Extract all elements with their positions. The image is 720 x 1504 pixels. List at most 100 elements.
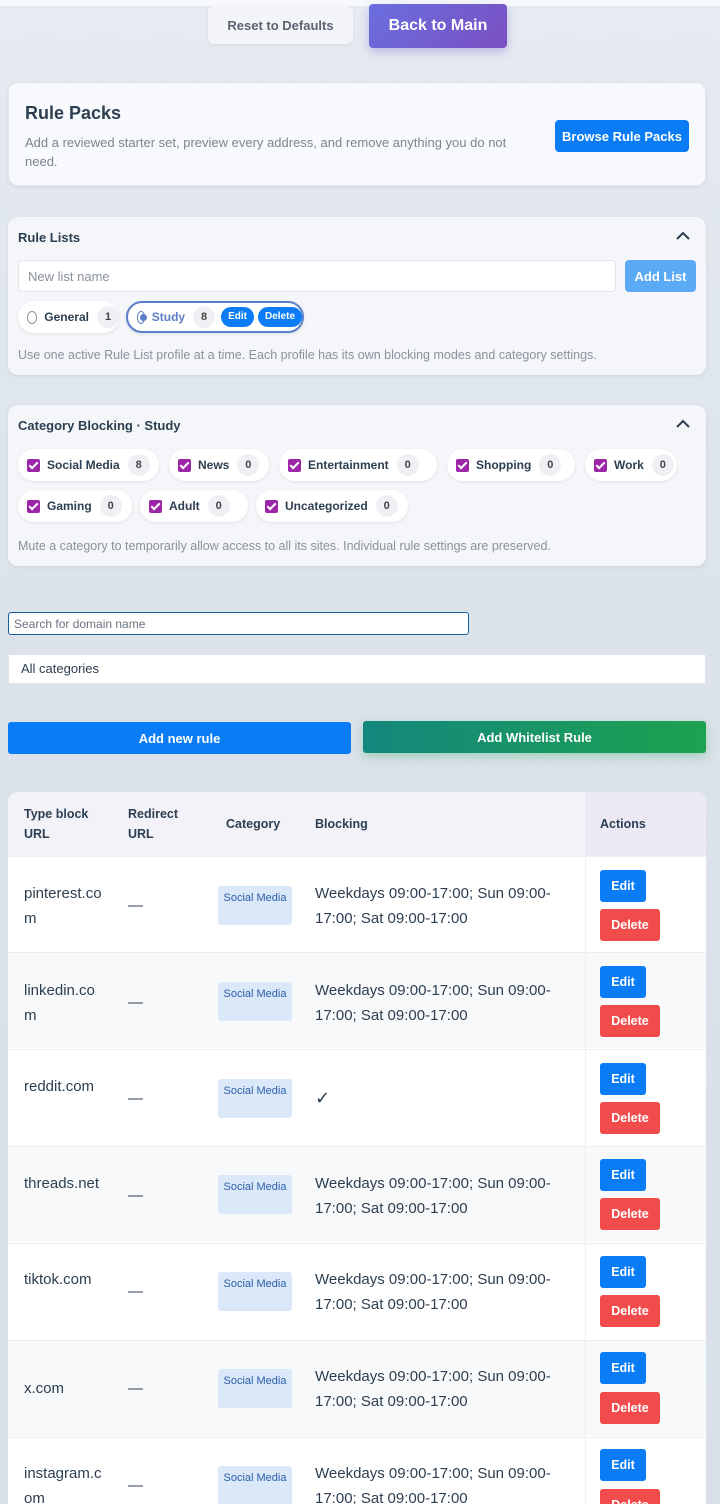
delete-rule-button[interactable]: Delete	[600, 1295, 660, 1327]
category-name: Adult	[169, 499, 200, 513]
category-chip-shopping[interactable]: Shopping 0	[447, 449, 575, 481]
browse-rule-packs-button[interactable]: Browse Rule Packs	[555, 120, 689, 152]
category-blocking-card: Category Blocking · Study Social Media 8…	[8, 405, 706, 566]
delete-rule-button[interactable]: Delete	[600, 1005, 660, 1037]
table-row: pinterest.com — Social Media Weekdays 09…	[8, 856, 706, 953]
category-badge: Social Media	[218, 1079, 292, 1118]
table-row: linkedin.com — Social Media Weekdays 09:…	[8, 952, 706, 1049]
back-to-main-button[interactable]: Back to Main	[369, 4, 507, 48]
rule-blocking: Weekdays 09:00-17:00; Sun 09:00-17:00; S…	[315, 885, 551, 927]
delete-rule-button[interactable]: Delete	[600, 1102, 660, 1134]
rule-redirect: —	[128, 1477, 143, 1494]
category-name: Shopping	[476, 458, 532, 472]
category-chip-work[interactable]: Work 0	[585, 449, 677, 481]
category-chip-adult[interactable]: Adult 0	[140, 490, 248, 522]
checkbox-checked-icon[interactable]	[178, 458, 191, 472]
delete-rule-button[interactable]: Delete	[600, 1392, 660, 1424]
category-count: 8	[127, 454, 150, 476]
edit-rule-button[interactable]: Edit	[600, 1063, 646, 1095]
category-chip-uncategorized[interactable]: Uncategorized 0	[256, 490, 408, 522]
edit-rule-button[interactable]: Edit	[600, 1449, 646, 1481]
rule-packs-card: Rule Packs Add a reviewed starter set, p…	[8, 82, 706, 186]
category-badge: Social Media	[218, 1466, 292, 1504]
category-chip-social-media[interactable]: Social Media 8	[18, 449, 159, 481]
delete-rule-button[interactable]: Delete	[600, 909, 660, 941]
category-name: Entertainment	[308, 458, 389, 472]
rule-redirect: —	[128, 1283, 143, 1300]
add-list-button[interactable]: Add List	[625, 260, 696, 292]
category-chip-news[interactable]: News 0	[169, 449, 269, 481]
rule-blocking: Weekdays 09:00-17:00; Sun 09:00-17:00; S…	[315, 1465, 551, 1504]
chevron-up-icon[interactable]	[674, 227, 692, 245]
profile-name: Study	[151, 310, 186, 324]
category-name: Gaming	[47, 499, 92, 513]
category-name: Work	[614, 458, 644, 472]
checkbox-checked-icon[interactable]	[27, 499, 40, 513]
delete-profile-button[interactable]: Delete	[257, 307, 302, 327]
new-list-name-input[interactable]	[18, 260, 616, 292]
profile-general[interactable]: General 1	[18, 301, 119, 333]
header-actions: Actions	[585, 792, 706, 856]
profile-count: 8	[193, 306, 216, 328]
rules-table: Type block URL Redirect URL Category Blo…	[8, 792, 706, 1504]
category-count: 0	[99, 495, 122, 517]
table-row: x.com — Social Media Weekdays 09:00-17:0…	[8, 1340, 706, 1437]
checkbox-checked-icon[interactable]	[594, 458, 607, 472]
domain-search-input[interactable]	[8, 612, 469, 635]
category-count: 0	[207, 495, 230, 517]
delete-rule-button[interactable]: Delete	[600, 1198, 660, 1230]
rule-redirect: —	[128, 1090, 143, 1107]
radio-selected-icon[interactable]	[137, 310, 147, 324]
add-new-rule-button[interactable]: Add new rule	[8, 722, 351, 754]
edit-rule-button[interactable]: Edit	[600, 1352, 646, 1384]
header-category: Category	[226, 817, 281, 831]
category-filter-select[interactable]: All categories	[8, 654, 706, 684]
category-name: News	[198, 458, 230, 472]
edit-rule-button[interactable]: Edit	[600, 1256, 646, 1288]
category-count: 0	[539, 454, 562, 476]
checkbox-checked-icon[interactable]	[265, 499, 278, 513]
rule-blocking: Weekdays 09:00-17:00; Sun 09:00-17:00; S…	[315, 1175, 551, 1217]
rule-lists-hint: Use one active Rule List profile at a ti…	[18, 348, 597, 362]
edit-profile-button[interactable]: Edit	[221, 307, 254, 327]
rule-blocking: Weekdays 09:00-17:00; Sun 09:00-17:00; S…	[315, 1368, 551, 1410]
radio-icon[interactable]	[27, 310, 38, 324]
rule-url: linkedin.com	[24, 982, 95, 1024]
table-header: Type block URL Redirect URL Category Blo…	[8, 792, 706, 856]
edit-rule-button[interactable]: Edit	[600, 966, 646, 998]
chevron-up-icon[interactable]	[674, 415, 692, 433]
category-badge: Social Media	[218, 982, 292, 1021]
category-badge: Social Media	[218, 1175, 292, 1214]
rule-blocking: Weekdays 09:00-17:00; Sun 09:00-17:00; S…	[315, 982, 551, 1024]
rule-url: threads.net	[24, 1175, 100, 1192]
checkbox-checked-icon[interactable]	[27, 458, 40, 472]
profile-name: General	[44, 310, 89, 324]
category-count: 0	[396, 454, 419, 476]
top-toolbar: Reset to Defaults Back to Main	[0, 4, 720, 48]
category-count: 0	[237, 454, 260, 476]
checkbox-checked-icon[interactable]	[288, 458, 301, 472]
reset-defaults-button[interactable]: Reset to Defaults	[208, 6, 353, 44]
table-row: threads.net — Social Media Weekdays 09:0…	[8, 1146, 706, 1243]
category-count: 0	[375, 495, 398, 517]
rule-blocking: Weekdays 09:00-17:00; Sun 09:00-17:00; S…	[315, 1271, 551, 1313]
category-chip-gaming[interactable]: Gaming 0	[18, 490, 132, 522]
checkbox-checked-icon[interactable]	[149, 499, 162, 513]
checkbox-checked-icon[interactable]	[456, 458, 469, 472]
delete-rule-button[interactable]: Delete	[600, 1489, 660, 1504]
profile-study[interactable]: Study 8 Edit Delete	[126, 301, 304, 333]
table-row: tiktok.com — Social Media Weekdays 09:00…	[8, 1243, 706, 1340]
add-whitelist-rule-button[interactable]: Add Whitelist Rule	[363, 721, 706, 753]
rule-lists-title: Rule Lists	[18, 230, 81, 245]
category-name: Uncategorized	[285, 499, 368, 513]
rule-url: tiktok.com	[24, 1271, 92, 1288]
rule-redirect: —	[128, 1380, 143, 1397]
edit-rule-button[interactable]: Edit	[600, 1159, 646, 1191]
rule-url: reddit.com	[24, 1078, 95, 1095]
header-redirect: Redirect URL	[128, 807, 179, 841]
rule-url: pinterest.com	[24, 885, 102, 927]
edit-rule-button[interactable]: Edit	[600, 870, 646, 902]
category-badge: Social Media	[218, 1272, 292, 1311]
category-chip-entertainment[interactable]: Entertainment 0	[279, 449, 437, 481]
profile-count: 1	[97, 306, 119, 328]
